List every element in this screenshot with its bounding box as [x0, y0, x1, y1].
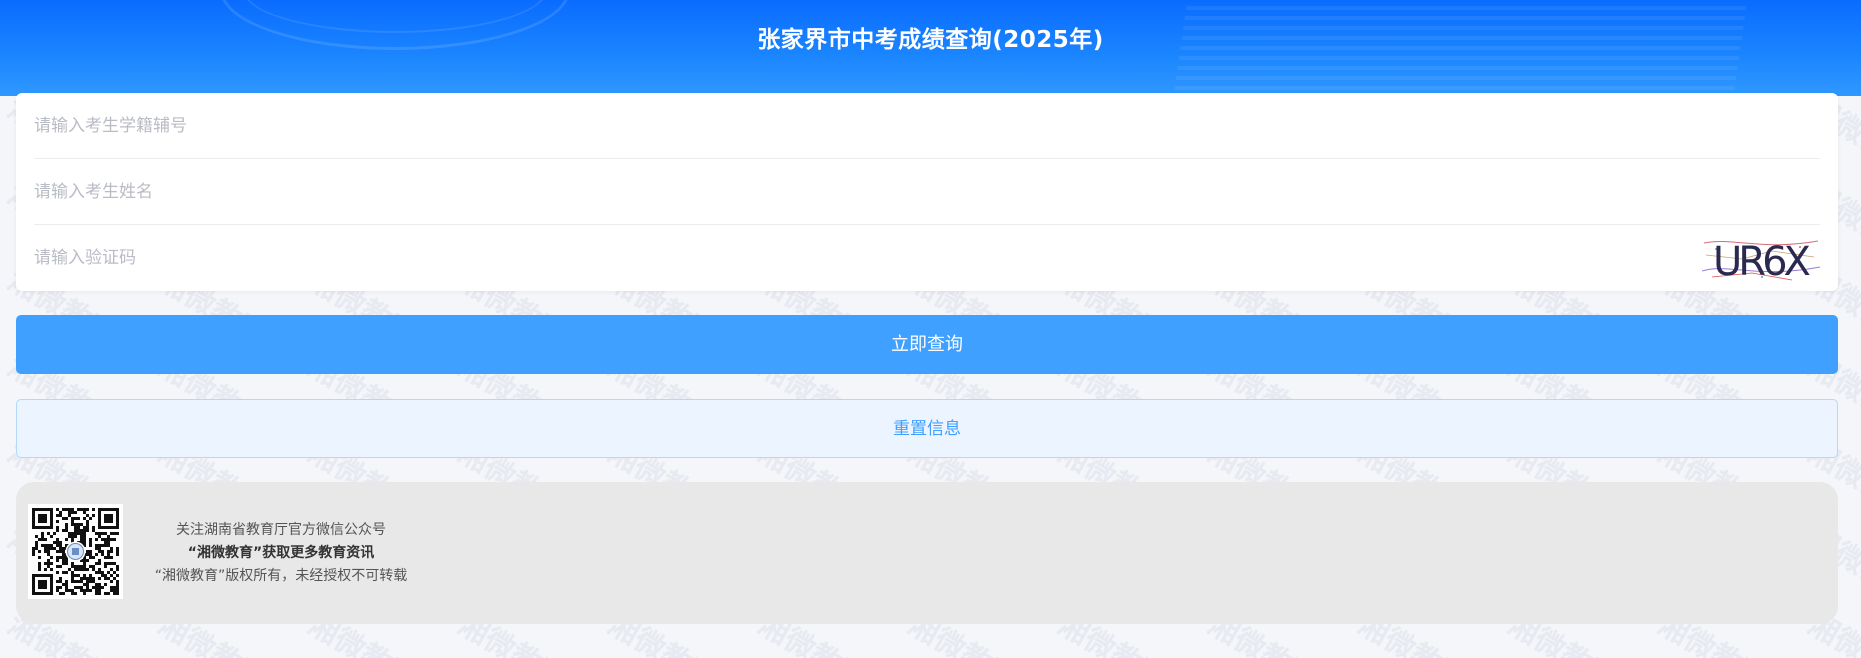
captcha-field-row: UR6X: [34, 225, 1821, 291]
student-name-field-row: [34, 159, 1820, 225]
footer-line-follow: 关注湖南省教育厅官方微信公众号: [176, 522, 386, 538]
page-title: 张家界市中考成绩查询(2025年): [757, 27, 1104, 53]
footer-text-block: 关注湖南省教育厅官方微信公众号 “湘微教育”获取更多教育资讯 “湘微教育”版权所…: [131, 519, 431, 588]
query-button[interactable]: 立即查询: [16, 315, 1838, 374]
captcha-image[interactable]: UR6X: [1701, 233, 1821, 285]
qr-code-icon: [28, 504, 123, 599]
seal-emblem-icon: [72, 548, 79, 555]
student-id-field-row: [34, 93, 1820, 159]
header-banner: 张家界市中考成绩查询(2025年): [0, 0, 1861, 96]
reset-button[interactable]: 重置信息: [16, 399, 1838, 458]
footer-line-account: “湘微教育”获取更多教育资讯: [187, 545, 375, 561]
page: 湘微教育 张家界市中考成绩查询(2025年): [0, 0, 1861, 658]
query-form-card: UR6X: [16, 93, 1838, 291]
student-id-input[interactable]: [34, 93, 1820, 158]
footer-info-card: 关注湖南省教育厅官方微信公众号 “湘微教育”获取更多教育资讯 “湘微教育”版权所…: [16, 482, 1838, 624]
captcha-input[interactable]: [34, 225, 1694, 291]
student-name-input[interactable]: [34, 159, 1820, 224]
footer-line-copyright: “湘微教育”版权所有，未经授权不可转载: [154, 568, 408, 584]
captcha-text: UR6X: [1713, 239, 1811, 283]
